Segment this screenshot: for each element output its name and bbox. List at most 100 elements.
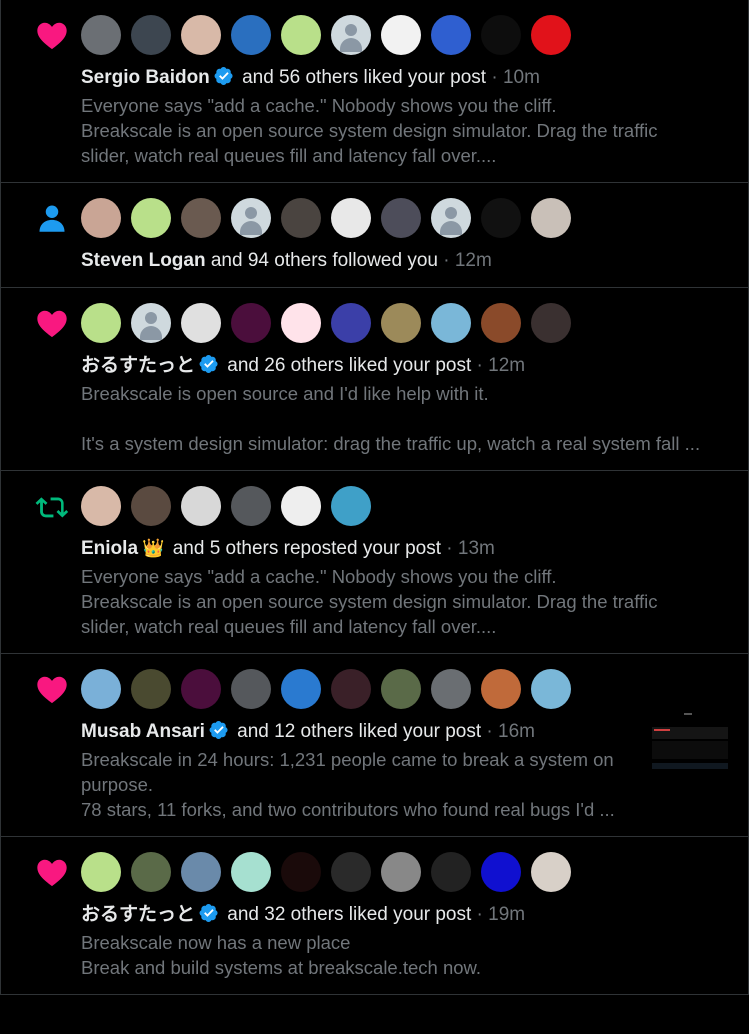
timestamp: · 16m bbox=[481, 721, 536, 742]
avatar[interactable] bbox=[181, 15, 221, 55]
avatar[interactable] bbox=[81, 198, 121, 238]
avatar-list bbox=[81, 15, 732, 55]
timestamp: · 12m bbox=[437, 250, 492, 271]
timestamp: · 13m bbox=[441, 538, 495, 559]
avatar[interactable] bbox=[431, 669, 471, 709]
avatar[interactable] bbox=[381, 15, 421, 55]
avatar[interactable] bbox=[281, 852, 321, 892]
post-preview[interactable]: Breakscale in 24 hours: 1,231 people cam… bbox=[81, 747, 726, 822]
notification-headline: Musab Ansari and 12 others liked your po… bbox=[81, 719, 732, 744]
notification-action-text: and 12 others liked your post bbox=[231, 721, 482, 742]
avatar[interactable] bbox=[281, 303, 321, 343]
verified-badge-icon bbox=[199, 904, 218, 922]
avatar[interactable] bbox=[281, 198, 321, 238]
post-preview-line: Everyone says "add a cache." Nobody show… bbox=[81, 566, 557, 587]
notification-action-text: and 32 others liked your post bbox=[222, 904, 472, 925]
post-preview[interactable]: Breakscale is open source and I'd like h… bbox=[81, 381, 726, 456]
avatar[interactable] bbox=[331, 852, 371, 892]
avatar-list bbox=[81, 852, 732, 892]
avatar[interactable] bbox=[331, 15, 371, 55]
verified-badge-icon bbox=[209, 721, 228, 739]
avatar[interactable] bbox=[231, 198, 271, 238]
avatar[interactable] bbox=[531, 852, 571, 892]
avatar[interactable] bbox=[181, 486, 221, 526]
avatar[interactable] bbox=[431, 303, 471, 343]
avatar[interactable] bbox=[181, 669, 221, 709]
notification-follow[interactable]: Steven Logan and 94 others followed you … bbox=[1, 183, 748, 288]
avatar[interactable] bbox=[81, 486, 121, 526]
avatar[interactable] bbox=[331, 486, 371, 526]
avatar[interactable] bbox=[131, 852, 171, 892]
post-preview-line: slider, watch real queues fill and laten… bbox=[81, 145, 497, 166]
avatar[interactable] bbox=[81, 303, 121, 343]
avatar[interactable] bbox=[231, 486, 271, 526]
avatar[interactable] bbox=[81, 852, 121, 892]
user-name-link[interactable]: Eniola bbox=[81, 538, 138, 559]
notification-like[interactable]: Musab Ansari and 12 others liked your po… bbox=[1, 654, 748, 837]
avatar[interactable] bbox=[131, 669, 171, 709]
avatar[interactable] bbox=[281, 486, 321, 526]
avatar[interactable] bbox=[381, 198, 421, 238]
avatar[interactable] bbox=[481, 303, 521, 343]
post-media-thumbnail[interactable] bbox=[650, 709, 728, 789]
avatar[interactable] bbox=[331, 303, 371, 343]
post-preview-line: Breakscale is an open source system desi… bbox=[81, 120, 658, 141]
notification-like[interactable]: おるすたっと and 32 others liked your post · 1… bbox=[1, 837, 748, 995]
post-preview-line: Breakscale now has a new place bbox=[81, 932, 351, 953]
avatar[interactable] bbox=[431, 852, 471, 892]
notification-like[interactable]: おるすたっと and 26 others liked your post · 1… bbox=[1, 288, 748, 471]
avatar[interactable] bbox=[231, 15, 271, 55]
avatar[interactable] bbox=[331, 198, 371, 238]
user-name-link[interactable]: おるすたっと bbox=[81, 355, 195, 376]
avatar[interactable] bbox=[331, 669, 371, 709]
avatar[interactable] bbox=[431, 198, 471, 238]
avatar[interactable] bbox=[181, 852, 221, 892]
avatar[interactable] bbox=[481, 198, 521, 238]
avatar[interactable] bbox=[431, 15, 471, 55]
avatar[interactable] bbox=[281, 15, 321, 55]
timestamp: · 19m bbox=[471, 904, 526, 925]
avatar[interactable] bbox=[531, 669, 571, 709]
avatar[interactable] bbox=[531, 15, 571, 55]
post-preview-line bbox=[81, 406, 726, 431]
avatar[interactable] bbox=[181, 198, 221, 238]
notification-action-text: and 94 others followed you bbox=[205, 250, 438, 271]
notification-action-text: and 5 others reposted your post bbox=[167, 538, 441, 559]
post-preview-line: Breakscale is an open source system desi… bbox=[81, 591, 658, 612]
notification-repost[interactable]: Eniola 👑 and 5 others reposted your post … bbox=[1, 471, 748, 654]
post-preview[interactable]: Breakscale now has a new place Break and … bbox=[81, 930, 726, 980]
post-preview-line: It's a system design simulator: drag the… bbox=[81, 433, 701, 454]
avatar[interactable] bbox=[481, 852, 521, 892]
user-name-link[interactable]: Sergio Baidon bbox=[81, 67, 210, 88]
notification-like[interactable]: Sergio Baidon and 56 others liked your p… bbox=[1, 0, 748, 183]
timestamp: · 12m bbox=[471, 355, 526, 376]
notifications-feed: Sergio Baidon and 56 others liked your p… bbox=[0, 0, 749, 995]
avatar[interactable] bbox=[131, 486, 171, 526]
avatar-list bbox=[81, 669, 732, 709]
avatar[interactable] bbox=[381, 303, 421, 343]
avatar[interactable] bbox=[131, 303, 171, 343]
post-preview[interactable]: Everyone says "add a cache." Nobody show… bbox=[81, 564, 726, 639]
avatar[interactable] bbox=[531, 303, 571, 343]
avatar[interactable] bbox=[131, 198, 171, 238]
user-name-link[interactable]: Steven Logan bbox=[81, 250, 206, 271]
avatar[interactable] bbox=[381, 852, 421, 892]
avatar[interactable] bbox=[281, 669, 321, 709]
avatar-list bbox=[81, 303, 732, 343]
avatar[interactable] bbox=[231, 669, 271, 709]
avatar[interactable] bbox=[381, 669, 421, 709]
user-name-link[interactable]: おるすたっと bbox=[81, 904, 195, 925]
avatar[interactable] bbox=[81, 669, 121, 709]
user-name-link[interactable]: Musab Ansari bbox=[81, 721, 205, 742]
avatar[interactable] bbox=[481, 669, 521, 709]
avatar[interactable] bbox=[131, 15, 171, 55]
avatar[interactable] bbox=[231, 303, 271, 343]
post-preview[interactable]: Everyone says "add a cache." Nobody show… bbox=[81, 93, 726, 168]
post-preview-line: Break and build systems at breakscale.te… bbox=[81, 957, 482, 978]
avatar[interactable] bbox=[481, 15, 521, 55]
avatar[interactable] bbox=[531, 198, 571, 238]
avatar[interactable] bbox=[181, 303, 221, 343]
avatar[interactable] bbox=[231, 852, 271, 892]
heart-icon bbox=[35, 855, 69, 889]
avatar[interactable] bbox=[81, 15, 121, 55]
